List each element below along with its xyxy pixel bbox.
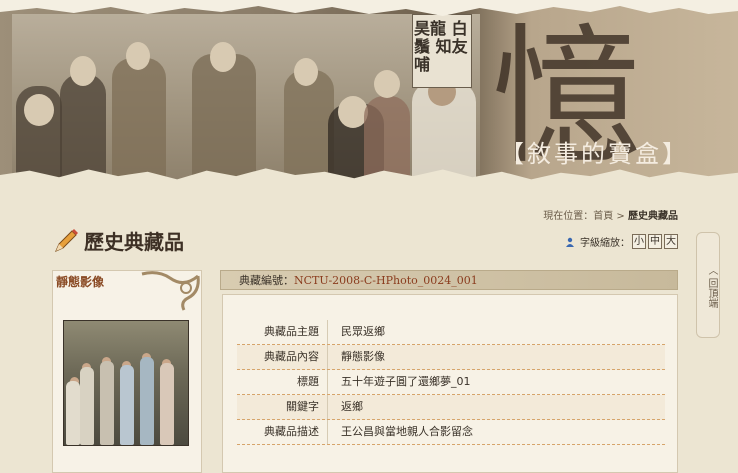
chevron-up-icon: ︿	[706, 265, 717, 276]
detail-row: 標題 五十年遊子圓了還鄉夢_01	[237, 370, 665, 395]
person-icon	[566, 237, 574, 247]
detail-row: 關鍵字 返鄉	[237, 395, 665, 420]
detail-value: 靜態影像	[341, 350, 385, 363]
ornament-icon	[141, 271, 200, 311]
detail-value: 民眾返鄉	[341, 325, 385, 338]
back-to-top-label: 回頂端	[706, 278, 717, 309]
banner-poster-text: 昊龍 白鬚 知友 哺	[414, 19, 468, 74]
record-id-value: NCTU-2008-C-HPhoto_0024_001	[294, 274, 478, 287]
detail-label: 典藏品內容	[264, 350, 319, 363]
record-details: 典藏品主題 民眾返鄉 典藏品內容 靜態影像 標題 五十年遊子圓了還鄉夢_01 關…	[222, 294, 678, 473]
detail-value: 五十年遊子圓了還鄉夢_01	[341, 375, 471, 388]
breadcrumb-prefix: 現在位置：	[543, 211, 594, 222]
page-title-text: 歷史典藏品	[84, 230, 184, 254]
detail-label: 典藏品描述	[264, 425, 319, 438]
banner-photo	[12, 14, 480, 186]
pencil-icon	[55, 228, 78, 252]
header-banner: 昊龍 白鬚 知友 哺 憶 【敘事的寶盒】	[0, 0, 738, 186]
page-title: 歷史典藏品	[52, 226, 184, 255]
detail-row: 典藏品主題 民眾返鄉	[237, 320, 665, 345]
sidebar-title: 靜態影像	[56, 275, 105, 289]
banner-title: 【敘事的寶盒】	[500, 140, 689, 168]
breadcrumb-separator: >	[616, 211, 625, 222]
font-size-label: 字級縮放：	[580, 238, 630, 249]
detail-row: 典藏品描述 王公昌與當地親人合影留念	[237, 420, 665, 445]
back-to-top-button[interactable]: ︿ 回頂端	[696, 232, 720, 338]
breadcrumb: 現在位置：首頁 > 歷史典藏品	[543, 207, 678, 222]
detail-label: 典藏品主題	[264, 325, 319, 338]
breadcrumb-home-link[interactable]: 首頁	[593, 211, 613, 222]
breadcrumb-current: 歷史典藏品	[628, 211, 678, 222]
record-id-bar: 典藏編號：NCTU-2008-C-HPhoto_0024_001	[220, 270, 678, 290]
font-size-small-button[interactable]: 小	[632, 234, 646, 249]
font-size-large-button[interactable]: 大	[664, 234, 678, 249]
record-id-label: 典藏編號：	[239, 274, 294, 287]
font-size-control: 字級縮放： 小 中 大	[565, 234, 678, 249]
collection-thumbnail[interactable]	[63, 320, 189, 446]
font-size-medium-button[interactable]: 中	[648, 234, 662, 249]
detail-label: 關鍵字	[286, 400, 319, 413]
detail-value: 返鄉	[341, 400, 363, 413]
detail-value: 王公昌與當地親人合影留念	[341, 425, 473, 438]
detail-label: 標題	[297, 375, 319, 388]
detail-row: 典藏品內容 靜態影像	[237, 345, 665, 370]
